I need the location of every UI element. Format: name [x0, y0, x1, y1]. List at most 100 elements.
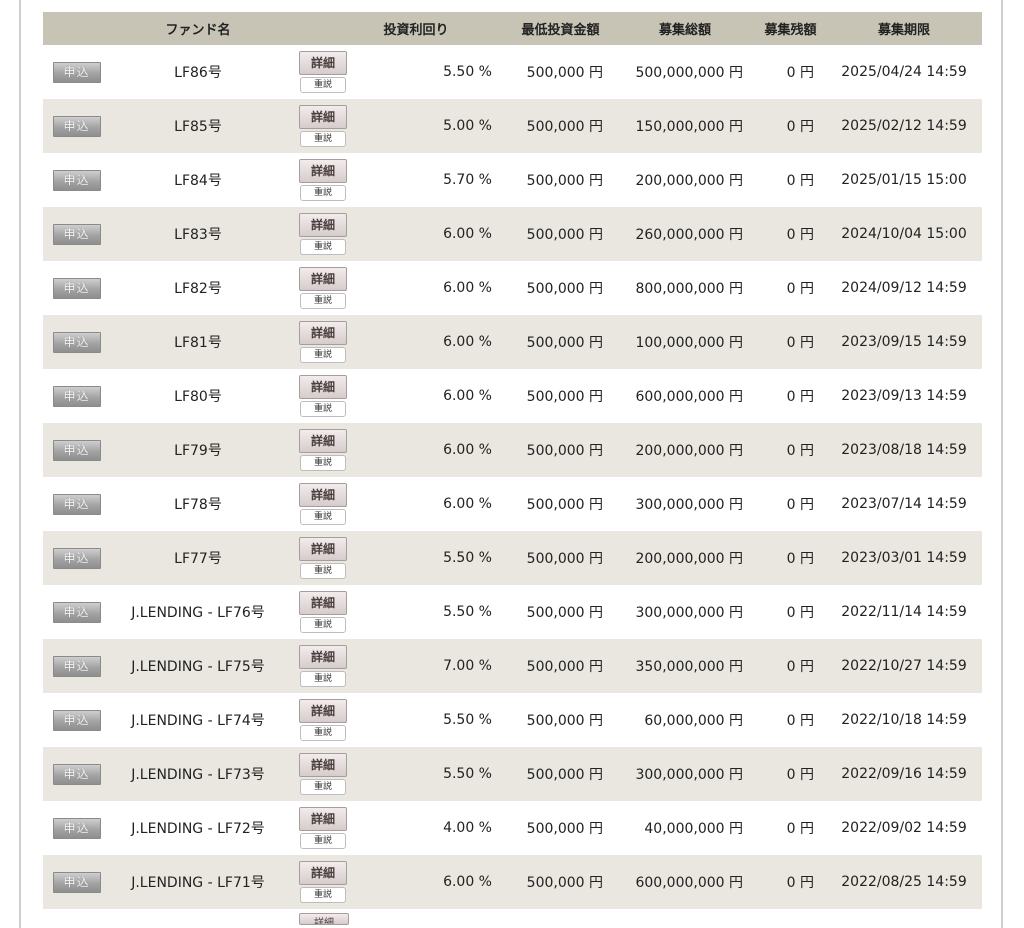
apply-button[interactable]: 申込: [52, 709, 101, 731]
apply-button[interactable]: 申込: [52, 763, 101, 785]
detail-button[interactable]: 詳細: [299, 429, 347, 453]
table-row: 申込 LF80号 詳細 重説 6.00 % 500,000 円 600,000,…: [43, 369, 982, 423]
remaining-cell: 0 円: [755, 477, 826, 531]
total-amount-cell: 200,000,000 円: [615, 153, 755, 207]
detail-button[interactable]: 詳細: [299, 645, 347, 669]
detail-button[interactable]: 詳細: [299, 483, 347, 507]
action-cell: 詳細 重説: [286, 261, 360, 315]
min-investment-cell: 500,000 円: [506, 99, 615, 153]
detail-button[interactable]: 詳細: [299, 321, 347, 345]
apply-button[interactable]: 申込: [52, 871, 101, 893]
remaining-cell: 0 円: [755, 855, 826, 909]
apply-button[interactable]: 申込: [52, 169, 101, 191]
apply-button[interactable]: 申込: [52, 385, 101, 407]
remaining-cell: 0 円: [755, 99, 826, 153]
yield-cell: 5.50 %: [360, 531, 506, 585]
detail-button[interactable]: 詳細: [299, 159, 347, 183]
min-investment-cell: 500,000 円: [506, 477, 615, 531]
disclosure-button[interactable]: 重説: [300, 293, 346, 309]
yield-cell: 6.00 %: [360, 315, 506, 369]
total-amount-cell: 200,000,000 円: [615, 423, 755, 477]
disclosure-button[interactable]: 重説: [300, 725, 346, 741]
deadline-cell: 2025/02/12 14:59: [826, 99, 982, 153]
fund-name: J.LENDING - LF73号: [110, 747, 286, 801]
disclosure-button[interactable]: 重説: [300, 779, 346, 795]
action-buttons: 詳細 重説: [299, 645, 347, 687]
total-amount-cell: 600,000,000 円: [615, 855, 755, 909]
min-investment-cell: 500,000 円: [506, 261, 615, 315]
detail-button[interactable]: 詳細: [299, 591, 347, 615]
disclosure-button[interactable]: 重説: [300, 671, 346, 687]
disclosure-button[interactable]: 重説: [300, 455, 346, 471]
detail-button[interactable]: 詳細: [299, 861, 347, 885]
min-investment-cell: 500,000 円: [506, 423, 615, 477]
disclosure-button[interactable]: 重説: [300, 509, 346, 525]
table-row: 申込 LF86号 詳細 重説 5.50 % 500,000 円 500,000,…: [43, 45, 982, 99]
disclosure-button[interactable]: 重説: [300, 239, 346, 255]
disclosure-button[interactable]: 重説: [300, 401, 346, 417]
disclosure-button[interactable]: 重説: [300, 617, 346, 633]
apply-cell: 申込: [43, 261, 110, 315]
detail-button[interactable]: 詳細: [299, 105, 347, 129]
action-cell: 詳細 重説: [286, 855, 360, 909]
detail-button-partial[interactable]: 詳細: [299, 913, 349, 925]
apply-cell: 申込: [43, 531, 110, 585]
detail-button[interactable]: 詳細: [299, 537, 347, 561]
disclosure-button[interactable]: 重説: [300, 563, 346, 579]
action-cell: 詳細 重説: [286, 801, 360, 855]
disclosure-button[interactable]: 重説: [300, 887, 346, 903]
total-amount-cell: 300,000,000 円: [615, 747, 755, 801]
remaining-cell: 0 円: [755, 207, 826, 261]
detail-button[interactable]: 詳細: [299, 267, 347, 291]
apply-button[interactable]: 申込: [52, 115, 101, 137]
disclosure-button[interactable]: 重説: [300, 347, 346, 363]
fund-name: LF78号: [110, 477, 286, 531]
apply-button[interactable]: 申込: [52, 439, 101, 461]
detail-button[interactable]: 詳細: [299, 807, 347, 831]
remaining-cell: 0 円: [755, 315, 826, 369]
disclosure-button[interactable]: 重説: [300, 833, 346, 849]
deadline-cell: 2025/01/15 15:00: [826, 153, 982, 207]
apply-cell: 申込: [43, 639, 110, 693]
action-cell: 詳細 重説: [286, 315, 360, 369]
deadline-cell: 2024/10/04 15:00: [826, 207, 982, 261]
detail-button[interactable]: 詳細: [299, 375, 347, 399]
disclosure-button[interactable]: 重説: [300, 185, 346, 201]
deadline-cell: 2023/09/13 14:59: [826, 369, 982, 423]
yield-cell: 5.50 %: [360, 585, 506, 639]
detail-button[interactable]: 詳細: [299, 51, 347, 75]
apply-button[interactable]: 申込: [52, 655, 101, 677]
detail-button[interactable]: 詳細: [299, 699, 347, 723]
yield-cell: 7.00 %: [360, 639, 506, 693]
min-investment-cell: 500,000 円: [506, 315, 615, 369]
remaining-cell: 0 円: [755, 801, 826, 855]
apply-cell: 申込: [43, 585, 110, 639]
apply-button[interactable]: 申込: [52, 817, 101, 839]
total-amount-cell: 100,000,000 円: [615, 315, 755, 369]
apply-button[interactable]: 申込: [52, 601, 101, 623]
fund-name: LF85号: [110, 99, 286, 153]
disclosure-button[interactable]: 重説: [300, 131, 346, 147]
fund-name: LF79号: [110, 423, 286, 477]
apply-cell: 申込: [43, 45, 110, 99]
apply-button[interactable]: 申込: [52, 493, 101, 515]
apply-button[interactable]: 申込: [52, 277, 101, 299]
disclosure-button[interactable]: 重説: [300, 77, 346, 93]
action-cell: 詳細 重説: [286, 477, 360, 531]
apply-button[interactable]: 申込: [52, 547, 101, 569]
table-row: 申込 LF77号 詳細 重説 5.50 % 500,000 円 200,000,…: [43, 531, 982, 585]
total-amount-cell: 500,000,000 円: [615, 45, 755, 99]
fund-name: LF82号: [110, 261, 286, 315]
apply-button[interactable]: 申込: [52, 61, 101, 83]
apply-button[interactable]: 申込: [52, 331, 101, 353]
apply-cell: 申込: [43, 423, 110, 477]
total-amount-cell: 300,000,000 円: [615, 585, 755, 639]
fund-name: LF81号: [110, 315, 286, 369]
action-buttons: 詳細 重説: [299, 861, 347, 903]
apply-button[interactable]: 申込: [52, 223, 101, 245]
fund-name: J.LENDING - LF74号: [110, 693, 286, 747]
detail-button[interactable]: 詳細: [299, 753, 347, 777]
detail-button[interactable]: 詳細: [299, 213, 347, 237]
fund-rows: 申込 LF86号 詳細 重説 5.50 % 500,000 円 500,000,…: [43, 45, 982, 909]
total-amount-cell: 200,000,000 円: [615, 531, 755, 585]
